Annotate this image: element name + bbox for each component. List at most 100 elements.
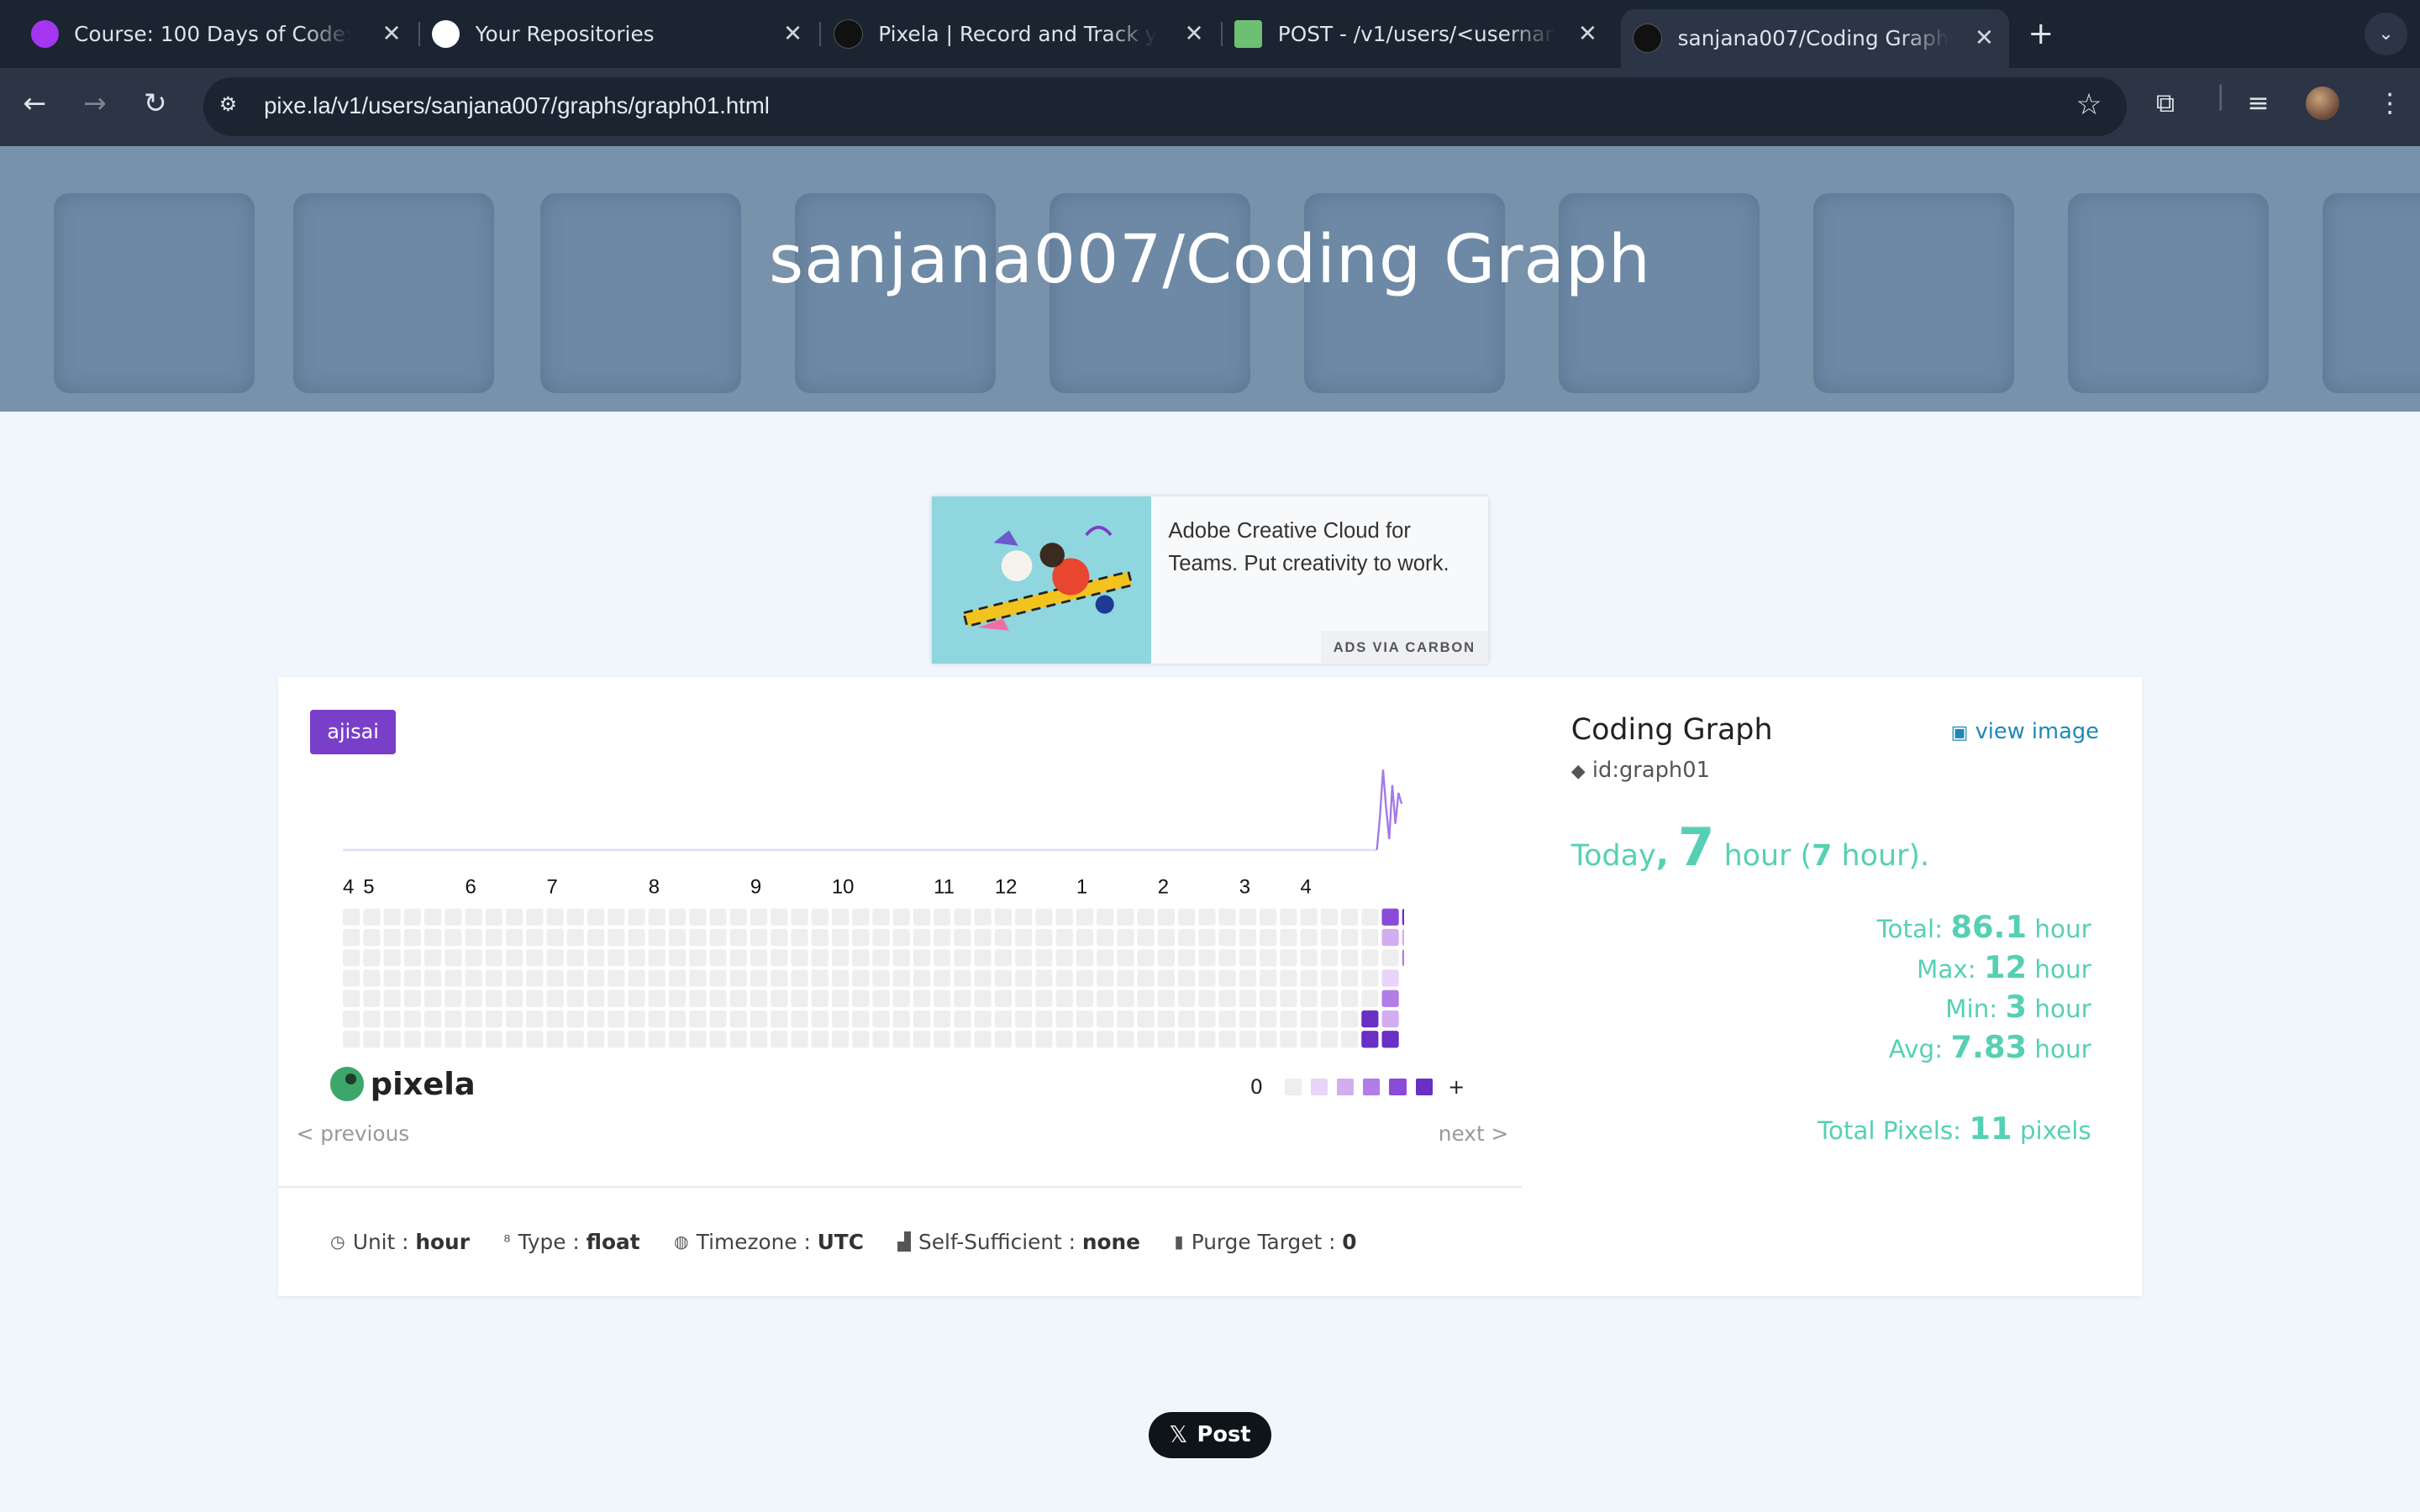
pixel-cell[interactable] [770, 990, 788, 1007]
pixel-cell[interactable] [1137, 969, 1155, 987]
pixel-cell[interactable] [811, 990, 829, 1007]
pixel-cell[interactable] [444, 1011, 462, 1028]
pixel-cell[interactable] [1055, 929, 1073, 947]
pixel-cell[interactable] [831, 908, 849, 926]
pixel-cell[interactable] [1239, 1031, 1256, 1048]
pixel-cell[interactable] [913, 949, 930, 967]
pixel-cell[interactable] [607, 990, 625, 1007]
pixel-cell[interactable] [465, 929, 482, 947]
pixel-cell[interactable] [831, 990, 849, 1007]
pixel-cell[interactable] [1239, 990, 1256, 1007]
pixel-cell[interactable] [668, 929, 686, 947]
pixel-cell[interactable] [505, 929, 523, 947]
pixel-cell[interactable] [750, 1011, 767, 1028]
pixel-cell[interactable] [465, 969, 482, 987]
pixel-cell[interactable] [1055, 1011, 1073, 1028]
pixel-graph[interactable]: 4 5 6 7 8 9 10 11 12 1 2 3 4 [324, 754, 1405, 1063]
pixel-cell[interactable] [729, 929, 747, 947]
pixel-cell[interactable] [403, 1031, 421, 1048]
pixel-cell[interactable] [1197, 969, 1216, 987]
pixel-cell[interactable] [444, 908, 462, 926]
pixel-cell[interactable] [974, 949, 992, 967]
pixel-cell[interactable] [1137, 908, 1155, 926]
pixel-cell[interactable] [648, 1031, 666, 1048]
pixel-cell[interactable] [954, 1031, 971, 1048]
pixel-cell[interactable] [1177, 1031, 1195, 1048]
pixel-cell[interactable] [709, 1011, 727, 1028]
pixel-cell[interactable] [525, 908, 544, 926]
pixel-cell[interactable] [913, 929, 930, 947]
pixel-cell[interactable] [811, 929, 829, 947]
pixel-cell[interactable] [1137, 929, 1155, 947]
pixel-cell[interactable] [709, 969, 727, 987]
pixel-cell[interactable] [1014, 969, 1032, 987]
pixel-cell[interactable] [994, 990, 1012, 1007]
pixel-cell[interactable] [668, 990, 686, 1007]
pixel-cell[interactable] [1177, 929, 1195, 947]
pixel-cell[interactable] [750, 969, 767, 987]
pixel-cell[interactable] [933, 990, 951, 1007]
pixel-cell[interactable] [1117, 949, 1134, 967]
pixel-cell[interactable] [709, 949, 727, 967]
pixel-cell[interactable] [872, 949, 890, 967]
pixel-cell[interactable] [1197, 1031, 1216, 1048]
pixel-cell[interactable] [791, 1011, 808, 1028]
pixel-cell[interactable] [791, 990, 808, 1007]
pixel-cell[interactable] [1340, 908, 1358, 926]
pixel-cell[interactable] [913, 908, 930, 926]
pixel-cell[interactable] [342, 1031, 360, 1048]
pixel-cell[interactable] [1157, 990, 1175, 1007]
pixel-cell[interactable] [851, 1011, 870, 1028]
pixel-cell[interactable] [709, 929, 727, 947]
pixel-cell[interactable] [1035, 949, 1053, 967]
pixel-cell[interactable] [791, 969, 808, 987]
pixel-cell[interactable] [1035, 1031, 1053, 1048]
pixel-cell[interactable] [566, 949, 584, 967]
pixel-cell[interactable] [1137, 1031, 1155, 1048]
x-post-button[interactable]: 𝕏 Post [1148, 1411, 1272, 1458]
pixel-cell[interactable] [729, 990, 747, 1007]
ad-text[interactable]: Adobe Creative Cloud for Teams. Put crea… [1168, 515, 1476, 580]
pixel-cell[interactable] [383, 929, 401, 947]
pixel-cell[interactable] [628, 908, 645, 926]
pixel-cell[interactable] [648, 929, 666, 947]
pixel-cell[interactable] [688, 949, 707, 967]
pixel-cell[interactable] [1279, 949, 1297, 967]
pixel-cell[interactable] [1340, 1011, 1358, 1028]
pixel-cell[interactable] [1137, 990, 1155, 1007]
pixel-cell[interactable] [424, 1031, 441, 1048]
pixel-cell[interactable] [424, 990, 441, 1007]
pixel-cell[interactable] [1197, 929, 1216, 947]
pixel-cell[interactable] [607, 949, 625, 967]
pixel-cell[interactable] [1259, 908, 1276, 926]
tab-search-icon[interactable]: ⌄ [2364, 12, 2408, 56]
pixel-cell[interactable] [1076, 969, 1093, 987]
pixel-cell[interactable] [668, 1011, 686, 1028]
pixel-cell[interactable] [525, 929, 544, 947]
pixel-cell[interactable] [1117, 1031, 1134, 1048]
pixel-cell[interactable] [1320, 908, 1338, 926]
reload-icon[interactable]: ↻ [144, 87, 167, 119]
media-control-icon[interactable]: ≡ [2247, 88, 2269, 118]
pixel-cell[interactable] [587, 1031, 604, 1048]
pixel-cell[interactable] [954, 949, 971, 967]
pixel-cell[interactable] [587, 929, 604, 947]
pixel-cell[interactable] [1096, 969, 1113, 987]
pixel-cell[interactable] [383, 969, 401, 987]
pixel-cell[interactable] [587, 969, 604, 987]
pixel-cell[interactable] [831, 1011, 849, 1028]
pixel-cell[interactable] [933, 908, 951, 926]
pixel-cell[interactable] [648, 969, 666, 987]
new-tab-icon[interactable]: + [2028, 15, 2054, 51]
pixel-cell[interactable] [587, 908, 604, 926]
pixel-cell[interactable] [424, 908, 441, 926]
pixel-cell[interactable] [668, 949, 686, 967]
pixel-cell[interactable] [1096, 908, 1113, 926]
pixel-cell[interactable] [892, 990, 910, 1007]
pixel-cell[interactable] [485, 990, 502, 1007]
pixel-cell[interactable] [383, 949, 401, 967]
pixel-cell[interactable] [851, 969, 870, 987]
extensions-icon[interactable]: ⧉ [2156, 88, 2175, 119]
pixel-cell[interactable] [974, 1011, 992, 1028]
pixel-cell[interactable] [485, 929, 502, 947]
